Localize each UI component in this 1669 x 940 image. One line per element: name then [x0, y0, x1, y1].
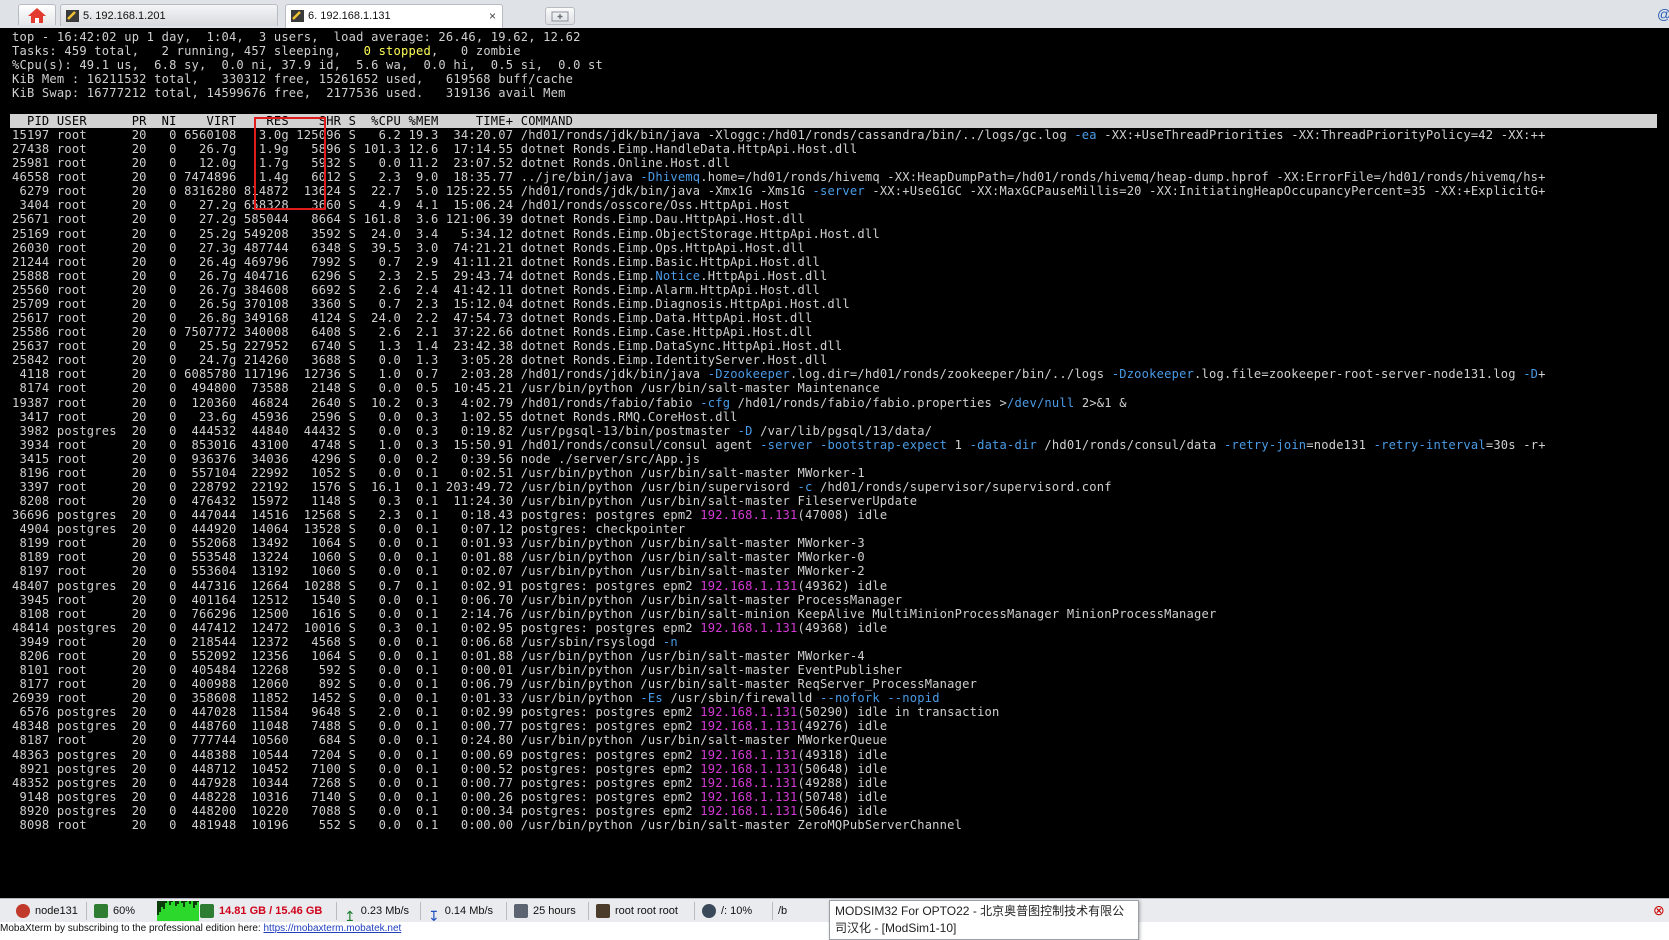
process-row: 15197 root 20 0 6560108 3.0g 125096 S 6.…: [12, 128, 1546, 142]
process-row: 25981 root 20 0 12.0g 1.7g 5932 S 0.0 11…: [12, 156, 731, 171]
process-row: 3934 root 20 0 853016 43100 4748 S 1.0 0…: [12, 437, 1546, 452]
tab-session-5[interactable]: 5. 192.168.1.201: [60, 4, 278, 26]
res-column-highlight: [254, 117, 326, 210]
home-tab[interactable]: [18, 4, 56, 25]
process-row: 48363 postgres 20 0 448388 10544 7204 S …: [12, 747, 888, 762]
home-icon: [28, 8, 46, 23]
process-row: 25560 root 20 0 26.7g 384608 6692 S 2.6 …: [12, 282, 820, 297]
cpu-icon: [94, 904, 108, 919]
process-row: 8197 root 20 0 553604 13192 1060 S 0.0 0…: [12, 564, 865, 579]
ssh-session-icon: [291, 10, 304, 22]
process-row: 25586 root 20 0 7507772 340008 6408 S 2.…: [12, 325, 813, 340]
status-download[interactable]: ↧ 0.14 Mb/s: [428, 899, 493, 925]
process-row: 4118 root 20 0 6085780 117196 12736 S 1.…: [12, 367, 1546, 382]
process-row: 25888 root 20 0 26.7g 404716 6296 S 2.3 …: [12, 268, 828, 283]
process-row: 8208 root 20 0 476432 15972 1148 S 0.3 0…: [12, 494, 918, 509]
process-row: 21244 root 20 0 26.4g 469796 7992 S 0.7 …: [12, 254, 820, 269]
status-cpu[interactable]: 60%: [94, 899, 135, 923]
process-row: 8098 root 20 0 481948 10196 552 S 0.0 0.…: [12, 817, 963, 832]
process-row: 8199 root 20 0 552068 13492 1064 S 0.0 0…: [12, 536, 865, 551]
download-arrow-icon: ↧: [428, 908, 440, 925]
process-row: 25842 root 20 0 24.7g 214260 3688 S 0.0 …: [12, 353, 828, 368]
process-row: 48352 postgres 20 0 447928 10344 7268 S …: [12, 775, 888, 790]
process-row: 8206 root 20 0 552092 12356 1064 S 0.0 0…: [12, 648, 865, 663]
process-row: 3949 root 20 0 218544 12372 4568 S 0.0 0…: [12, 634, 678, 649]
process-row: 3417 root 20 0 23.6g 45936 2596 S 0.0 0.…: [12, 409, 738, 424]
tab-label: 6. 192.168.1.131: [308, 10, 391, 22]
tab-session-6[interactable]: 6. 192.168.1.131 ×: [285, 4, 503, 28]
process-row: 8174 root 20 0 494800 73588 2148 S 0.0 0…: [12, 381, 880, 396]
taskbar-tooltip: MODSIM32 For OPTO22 - 北京奥普图控制技术有限公 司汉化 -…: [829, 900, 1139, 940]
close-icon[interactable]: ⊗: [1653, 902, 1665, 919]
process-row: 46558 root 20 0 7474896 1.4g 6012 S 2.3 …: [12, 170, 1546, 185]
top-tasks-line: Tasks: 459 total, 2 running, 457 sleepin…: [12, 44, 521, 58]
process-row: 3404 root 20 0 27.2g 658328 3660 S 4.9 4…: [12, 198, 791, 213]
process-row: 25637 root 20 0 25.5g 227952 6740 S 1.3 …: [12, 339, 843, 354]
top-swap-line: KiB Swap: 16777212 total, 14599676 free,…: [12, 86, 566, 100]
process-row: 48348 postgres 20 0 448760 11048 7488 S …: [12, 719, 888, 734]
process-row: 4904 postgres 20 0 444920 14064 13528 S …: [12, 522, 686, 537]
process-row: 8187 root 20 0 777744 10560 684 S 0.0 0.…: [12, 733, 888, 748]
process-row: 6576 postgres 20 0 447028 11584 9648 S 2…: [12, 705, 1000, 720]
status-uptime[interactable]: 25 hours: [514, 899, 576, 923]
plus-icon: [551, 11, 569, 22]
ssh-session-icon: [66, 10, 79, 22]
process-row: 27438 root 20 0 26.7g 1.9g 5896 S 101.3 …: [12, 142, 858, 157]
process-row: 48414 postgres 20 0 447412 12472 10016 S…: [12, 620, 888, 635]
process-row: 3945 root 20 0 401164 12512 1540 S 0.0 0…: [12, 592, 903, 607]
top-uptime-line: top - 16:42:02 up 1 day, 1:04, 3 users, …: [12, 30, 581, 44]
status-memory[interactable]: 14.81 GB / 15.46 GB: [200, 899, 322, 923]
cpu-usage-graph: [157, 901, 199, 921]
status-disk[interactable]: /: 10%: [702, 899, 752, 923]
process-row: 36696 postgres 20 0 447044 14516 12568 S…: [12, 508, 888, 523]
process-row: 3415 root 20 0 936376 34036 4296 S 0.0 0…: [12, 451, 701, 466]
terminal-output[interactable]: top - 16:42:02 up 1 day, 1:04, 3 users, …: [0, 28, 1669, 898]
process-row: 3397 root 20 0 228792 22192 1576 S 16.1 …: [12, 480, 1112, 494]
process-row: 25709 root 20 0 26.5g 370108 3360 S 0.7 …: [12, 296, 850, 311]
process-row: 19387 root 20 0 120360 46824 2640 S 10.2…: [12, 395, 1127, 410]
tab-label: 5. 192.168.1.201: [83, 10, 166, 22]
process-row: 8101 root 20 0 405484 12268 592 S 0.0 0.…: [12, 663, 903, 678]
mobaxterm-logo-icon: @: [1657, 6, 1669, 22]
process-row: 8177 root 20 0 400988 12060 892 S 0.0 0.…: [12, 677, 978, 692]
process-row: 8196 root 20 0 557104 22992 1052 S 0.0 0…: [12, 465, 865, 480]
process-row: 6279 root 20 0 8316280 814872 13624 S 22…: [12, 184, 1546, 199]
process-row: 8920 postgres 20 0 448200 10220 7088 S 0…: [12, 803, 888, 818]
process-row: 25617 root 20 0 26.8g 349168 4124 S 24.0…: [12, 311, 813, 326]
upload-arrow-icon: ↥: [344, 908, 356, 925]
top-mem-line: KiB Mem : 16211532 total, 330312 free, 1…: [12, 72, 574, 86]
process-row: 48407 postgres 20 0 447316 12664 10288 S…: [12, 578, 888, 593]
process-row: 9148 postgres 20 0 448228 10316 7140 S 0…: [12, 789, 888, 804]
new-tab-button[interactable]: [545, 7, 575, 25]
linux-icon: [16, 904, 30, 919]
process-row: 8108 root 20 0 766296 12500 1616 S 0.0 0…: [12, 606, 1217, 621]
clock-monitor-icon: [514, 904, 528, 919]
process-row: 3982 postgres 20 0 444532 44840 44432 S …: [12, 423, 933, 438]
process-row: 26030 root 20 0 27.3g 487744 6348 S 39.5…: [12, 240, 805, 255]
session-tab-bar: 5. 192.168.1.201 6. 192.168.1.131 × @: [0, 0, 1669, 29]
disk-icon: [702, 904, 716, 919]
top-cpu-line: %Cpu(s): 49.1 us, 6.8 sy, 0.0 ni, 37.9 i…: [12, 58, 604, 72]
status-more[interactable]: /b: [778, 899, 787, 923]
process-row: 25169 root 20 0 25.2g 549208 3592 S 24.0…: [12, 226, 880, 241]
status-upload[interactable]: ↥ 0.23 Mb/s: [344, 899, 409, 925]
process-row: 26939 root 20 0 358608 11852 1452 S 0.0 …: [12, 691, 940, 706]
process-row: 8189 root 20 0 553548 13224 1060 S 0.0 0…: [12, 550, 865, 565]
stopped-count: 0 stopped: [363, 44, 431, 58]
mobaxterm-link[interactable]: https://mobaxterm.mobatek.net: [263, 923, 401, 934]
user-icon: [596, 904, 610, 919]
memory-icon: [200, 904, 214, 919]
status-users[interactable]: root root root: [596, 899, 678, 923]
process-row: 25671 root 20 0 27.2g 585044 8664 S 161.…: [12, 212, 805, 227]
process-row: 8921 postgres 20 0 448712 10452 7100 S 0…: [12, 761, 888, 776]
status-host[interactable]: node131: [16, 899, 78, 923]
close-tab-icon[interactable]: ×: [489, 5, 496, 27]
